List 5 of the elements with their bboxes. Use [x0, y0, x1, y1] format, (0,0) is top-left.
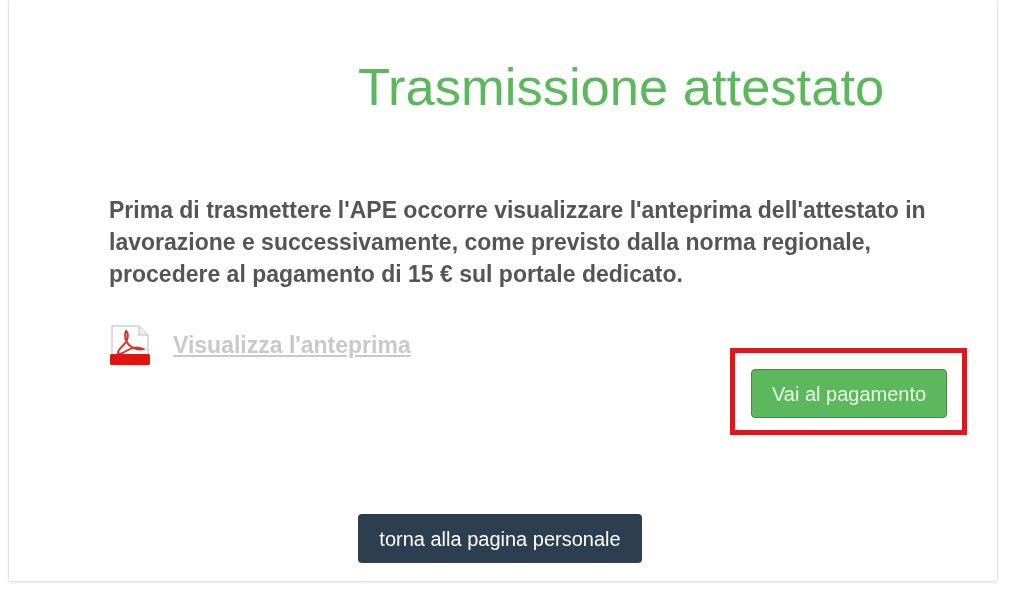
info-paragraph: Prima di trasmettere l'APE occorre visualizzare l'anteprima dell'attestato in lavorazione e successivamente, come previsto dalla norma regionale, procedere al pagamento di 15 € sul portale dedicato. — [109, 196, 927, 289]
pdf-file-icon — [109, 325, 151, 365]
page-title: Trasmissione attestato — [358, 57, 885, 117]
pay-button[interactable]: Vai al pagamento — [751, 369, 947, 418]
back-button[interactable]: torna alla pagina personale — [358, 514, 642, 563]
